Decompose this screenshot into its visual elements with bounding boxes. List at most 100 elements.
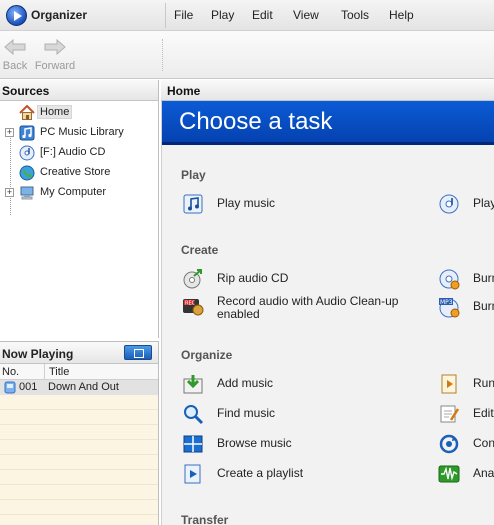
analyze-button[interactable]: Anal — [438, 463, 494, 487]
forward-button[interactable]: Forward — [32, 37, 78, 75]
menu-tools[interactable]: Tools — [341, 8, 369, 22]
sidebar-item-label: My Computer — [40, 186, 107, 198]
add-music-icon — [182, 373, 204, 395]
edit-icon — [438, 403, 460, 425]
row-number: 001 — [19, 381, 38, 393]
main-content: Home Choose a task Play Play music Play … — [161, 80, 494, 525]
task-label: Browse music — [217, 436, 292, 450]
empty-row — [0, 455, 158, 470]
burn-cd-icon — [438, 268, 460, 290]
home-icon — [19, 104, 35, 121]
task-label: Conv — [473, 436, 494, 450]
empty-row — [0, 410, 158, 425]
task-label: Burn — [473, 299, 494, 313]
run-button[interactable]: Run — [438, 373, 494, 397]
svg-text:MP3: MP3 — [440, 299, 453, 306]
task-label: Record audio with Audio Clean-up enabled — [217, 294, 399, 321]
rip-cd-icon — [182, 268, 204, 290]
section-title-organize: Organize — [181, 348, 233, 362]
convert-icon — [438, 433, 460, 455]
now-playing-view-button[interactable] — [124, 345, 152, 360]
back-label: Back — [2, 60, 28, 72]
rip-audio-cd-button[interactable]: Rip audio CD — [182, 268, 422, 292]
sidebar-item-home[interactable]: Home — [0, 103, 159, 123]
task-label: Add music — [217, 376, 274, 390]
page-title: Choose a task — [179, 108, 333, 135]
sidebar-item-creative-store[interactable]: Creative Store — [0, 163, 159, 183]
empty-row — [0, 440, 158, 455]
forward-arrow-icon — [43, 39, 67, 55]
task-label: Anal — [473, 466, 494, 480]
empty-row — [0, 485, 158, 500]
globe-icon — [19, 165, 35, 181]
menu-view[interactable]: View — [293, 8, 319, 22]
menu-edit[interactable]: Edit — [252, 8, 273, 22]
now-playing-title: Now Playing — [2, 347, 74, 361]
task-label: Edit — [473, 406, 494, 420]
empty-row — [0, 500, 158, 515]
expand-icon[interactable]: + — [5, 128, 14, 137]
task-label: Find music — [217, 406, 276, 420]
task-label: Play — [473, 196, 494, 210]
task-label: Run — [473, 376, 494, 390]
waveform-icon — [438, 463, 460, 485]
playlist-icon — [182, 463, 204, 485]
task-label: Create a playlist — [217, 466, 304, 480]
menubar-divider — [165, 3, 166, 28]
find-music-button[interactable]: Find music — [182, 403, 382, 427]
record-icon: REC — [182, 295, 204, 317]
sidebar-item-audio-cd[interactable]: [F:] Audio CD — [0, 143, 159, 163]
breadcrumb: Home — [161, 80, 494, 101]
task-banner: Choose a task — [162, 101, 494, 145]
burn-mp3-icon: MP3 — [438, 296, 460, 318]
empty-row — [0, 425, 158, 440]
sidebar-item-label: [F:] Audio CD — [40, 146, 106, 158]
music-note-icon — [182, 193, 204, 215]
back-arrow-icon — [3, 39, 27, 55]
task-label: Burn — [473, 271, 494, 285]
task-label: Rip audio CD — [217, 271, 289, 285]
section-title-create: Create — [181, 243, 219, 257]
row-title: Down And Out — [48, 381, 119, 393]
audio-cd-icon — [19, 145, 35, 161]
now-playing-header: Now Playing — [0, 342, 158, 364]
app-logo-icon[interactable] — [6, 5, 27, 26]
column-header-title[interactable]: Title — [44, 364, 69, 380]
toolbar: Back Forward — [0, 31, 494, 79]
sources-panel: Sources Home + PC Music Library [F:] Aud… — [0, 80, 159, 338]
browse-music-button[interactable]: Browse music — [182, 433, 382, 457]
convert-button[interactable]: Conv — [438, 433, 494, 457]
sidebar-item-label: PC Music Library — [40, 126, 124, 138]
record-audio-button[interactable]: REC Record audio with Audio Clean-up ena… — [182, 295, 432, 325]
section-title-play: Play — [181, 168, 206, 182]
now-playing-row[interactable]: 001 Down And Out — [0, 380, 158, 395]
empty-row — [0, 395, 158, 410]
empty-row — [0, 470, 158, 485]
column-header-no[interactable]: No. — [2, 366, 19, 378]
play-music-button[interactable]: Play music — [182, 193, 382, 217]
burn-button-1[interactable]: Burn — [438, 268, 494, 292]
add-music-button[interactable]: Add music — [182, 373, 382, 397]
sidebar-item-pc-music-library[interactable]: + PC Music Library — [0, 123, 159, 143]
create-playlist-button[interactable]: Create a playlist — [182, 463, 382, 487]
menu-file[interactable]: File — [174, 8, 193, 22]
svg-text:REC: REC — [185, 301, 196, 307]
task-label: Play music — [217, 196, 276, 210]
menu-help[interactable]: Help — [389, 8, 414, 22]
sidebar-item-label: Home — [36, 105, 73, 119]
search-icon — [182, 403, 204, 425]
task-pane: Choose a task Play Play music Play Creat… — [161, 101, 494, 525]
play-cd-button[interactable]: Play — [438, 193, 494, 217]
sources-header: Sources — [0, 80, 158, 101]
burn-button-2[interactable]: MP3 Burn — [438, 296, 494, 320]
audio-cd-icon — [4, 381, 16, 394]
menu-bar: Organizer File Play Edit View Tools Help — [0, 0, 494, 31]
sidebar-item-my-computer[interactable]: + My Computer — [0, 183, 159, 203]
back-button[interactable]: Back — [0, 37, 30, 75]
computer-icon — [19, 185, 35, 201]
browse-grid-icon — [182, 433, 204, 455]
expand-icon[interactable]: + — [5, 188, 14, 197]
now-playing-panel: Now Playing No. Title 001 Down And Out — [0, 341, 159, 525]
menu-play[interactable]: Play — [211, 8, 234, 22]
edit-button[interactable]: Edit — [438, 403, 494, 427]
